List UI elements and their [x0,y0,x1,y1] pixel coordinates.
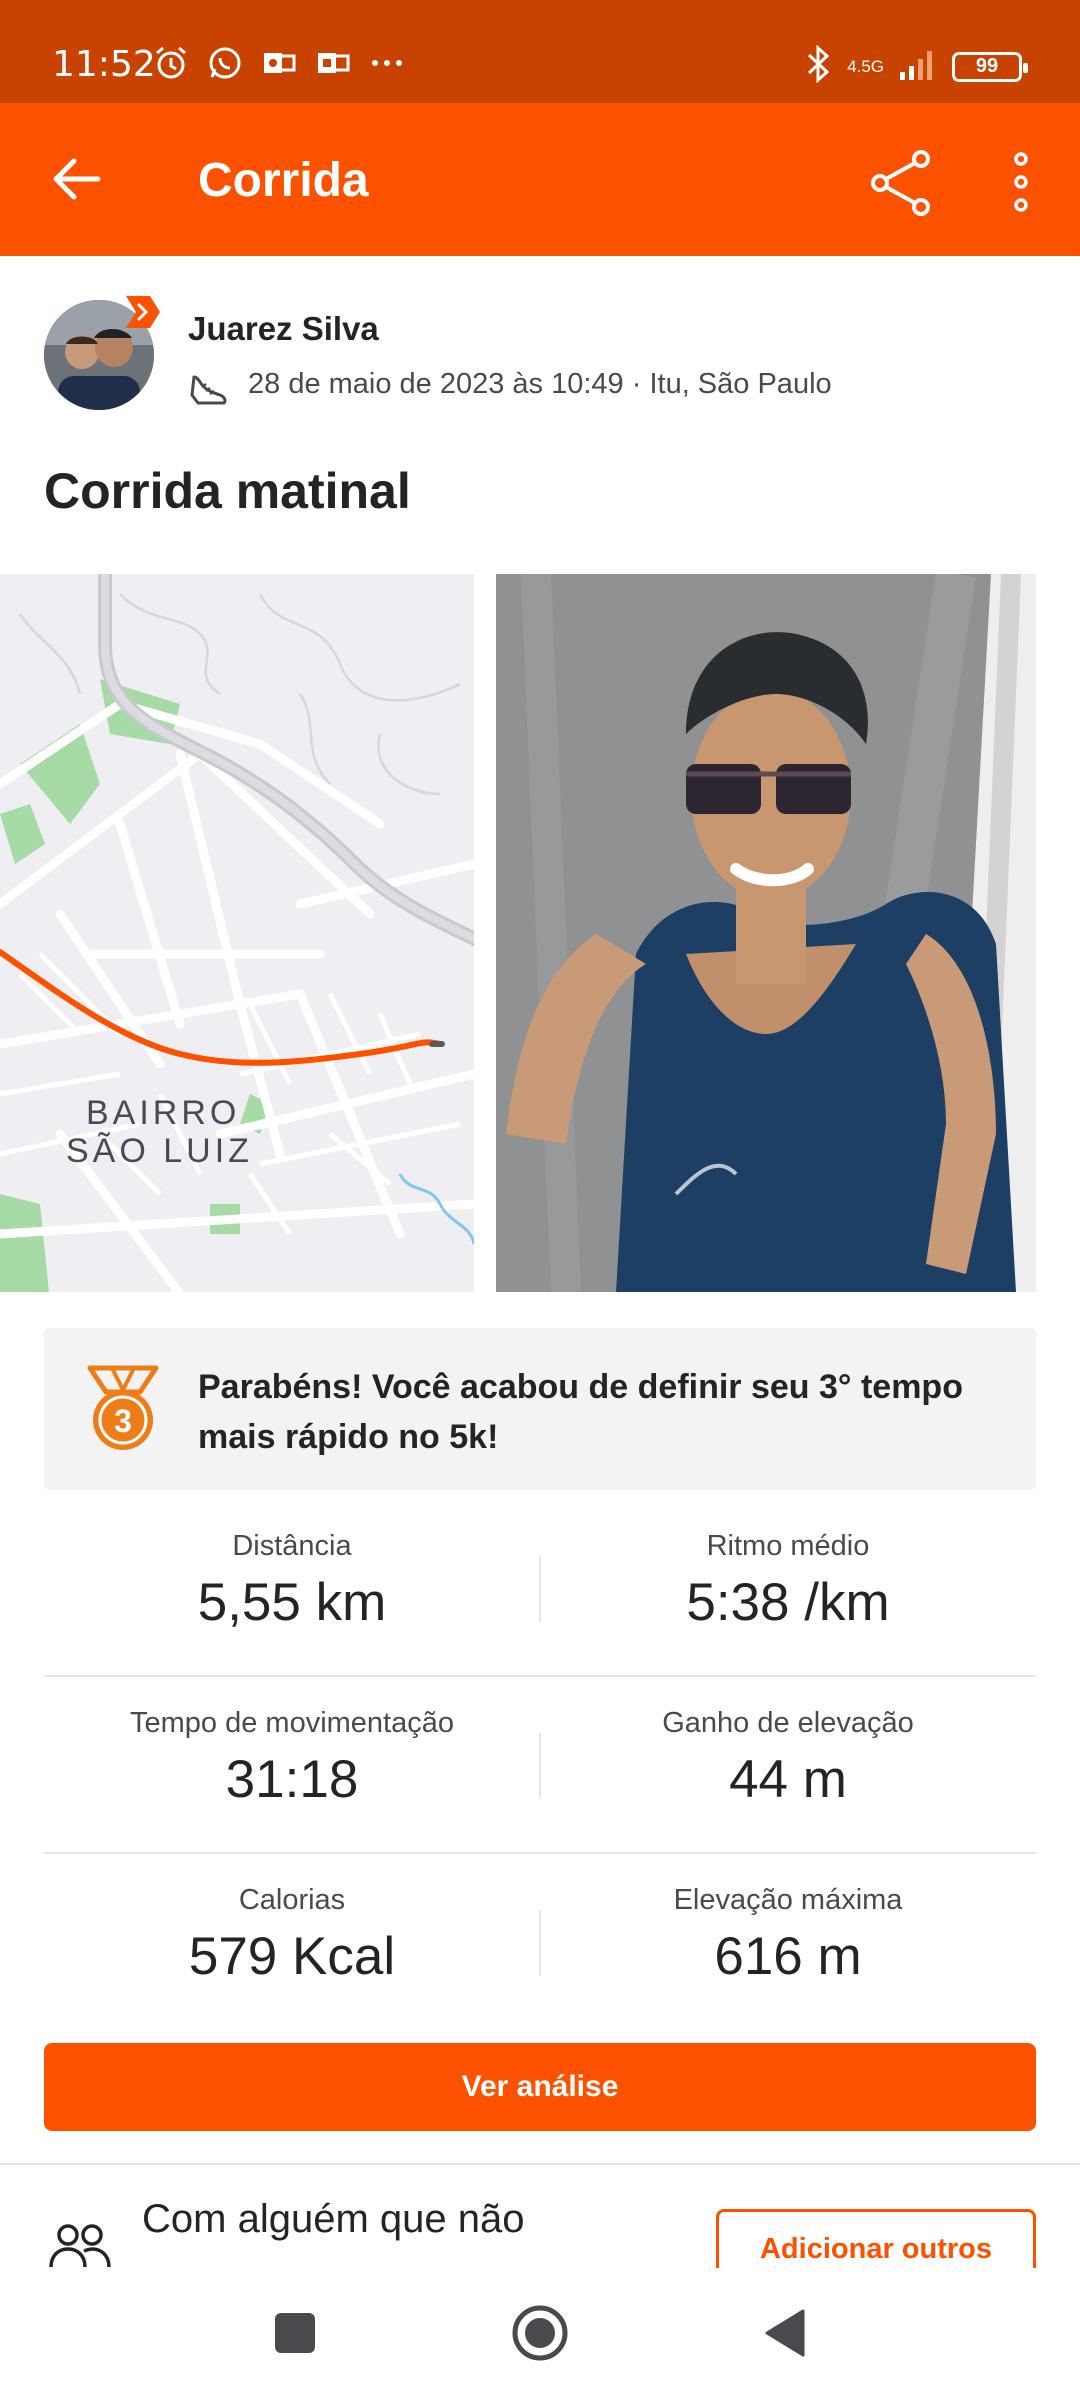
stat-label: Elevação máxima [673,1884,903,1916]
stat-label: Distância [232,1530,352,1562]
stats-row: Tempo de movimentação 31:18 Ganho de ele… [44,1677,1036,1854]
stat-calories: Calorias 579 Kcal [44,1854,540,2031]
group-icon [48,2223,112,2268]
office-icon [314,44,352,82]
network-type: 4.5G [847,56,884,76]
stat-value: 579 Kcal [188,1927,396,1986]
stat-value: 44 m [729,1750,847,1809]
share-icon [871,150,930,216]
route-map[interactable]: BAIRRO SÃO LUIZ [0,574,474,1292]
stat-label: Ritmo médio [706,1530,870,1562]
stat-value: 5,55 km [197,1573,387,1632]
activity-photo[interactable] [496,574,1036,1292]
stat-elevation-gain: Ganho de elevação 44 m [540,1677,1036,1854]
more-options-button[interactable] [998,147,1044,217]
bluetooth-icon [803,44,833,89]
stats-row: Distância 5,55 km Ritmo médio 5:38 /km [44,1500,1036,1677]
achievement-card[interactable]: 3 Parabéns! Você acabou de definir seu 3… [44,1328,1036,1490]
athlete-name[interactable]: Juarez Silva [188,310,379,348]
square-icon [275,2313,315,2353]
more-vertical-icon [1014,152,1028,212]
page-title: Corrida [198,154,369,207]
battery-indicator: 99 [952,51,1028,82]
map-streets [0,574,474,1292]
achievement-text: Parabéns! Você acabou de definir seu 3° … [198,1368,963,1456]
stat-moving-time: Tempo de movimentação 31:18 [44,1677,540,1854]
stat-value: 31:18 [225,1750,359,1809]
triangle-back-icon [765,2309,805,2357]
stat-label: Tempo de movimentação [130,1707,454,1739]
medal-icon: 3 [82,1364,164,1454]
tag-others-text: Com alguém que não [142,2197,525,2241]
whatsapp-icon [206,44,244,82]
map-neighborhood-label: BAIRRO [86,1094,241,1132]
notification-icons [152,44,406,82]
stat-value: 616 m [714,1927,862,1986]
outlook-icon [260,44,298,82]
stats-row: Calorias 579 Kcal Elevação máxima 616 m [44,1854,1036,2031]
medal-number: 3 [114,1403,132,1439]
stat-label: Ganho de elevação [662,1707,914,1739]
activity-date-location: 28 de maio de 2023 às 10:49 · Itu, São P… [248,368,832,400]
battery-level: 99 [975,55,999,77]
activity-title: Corrida matinal [44,463,411,519]
stat-value: 5:38 /km [686,1573,890,1632]
selfie-image [496,574,1036,1292]
back-nav-button[interactable] [750,2298,820,2368]
status-bar: 11:52 4.5G 99 [0,0,1080,103]
more-notifications-icon [368,44,406,82]
stat-max-elevation: Elevação máxima 616 m [540,1854,1036,2031]
status-time: 11:52 [52,44,156,85]
running-shoe-icon [188,365,232,409]
tag-others-row: Com alguém que não Adicionar outros [0,2165,1080,2268]
stat-distance: Distância 5,55 km [44,1500,540,1677]
add-others-button[interactable]: Adicionar outros [716,2209,1036,2268]
view-analysis-button[interactable]: Ver análise [44,2043,1036,2131]
arrow-back-icon [53,158,101,200]
map-neighborhood-label-2: SÃO LUIZ [66,1132,253,1170]
recents-button[interactable] [260,2298,330,2368]
stat-label: Calorias [238,1884,346,1916]
app-bar: Corrida [0,103,1080,256]
home-button[interactable] [505,2298,575,2368]
back-button[interactable] [46,147,110,211]
stat-avg-pace: Ritmo médio 5:38 /km [540,1500,1036,1677]
circle-icon [512,2305,568,2361]
stats-grid: Distância 5,55 km Ritmo médio 5:38 /km T… [44,1500,1036,2031]
signal-icon [898,46,938,87]
subscriber-badge-icon [122,292,162,332]
system-icons: 4.5G 99 [803,44,1028,89]
system-nav-bar [0,2268,1080,2400]
alarm-icon [152,44,190,82]
share-button[interactable] [866,147,936,217]
